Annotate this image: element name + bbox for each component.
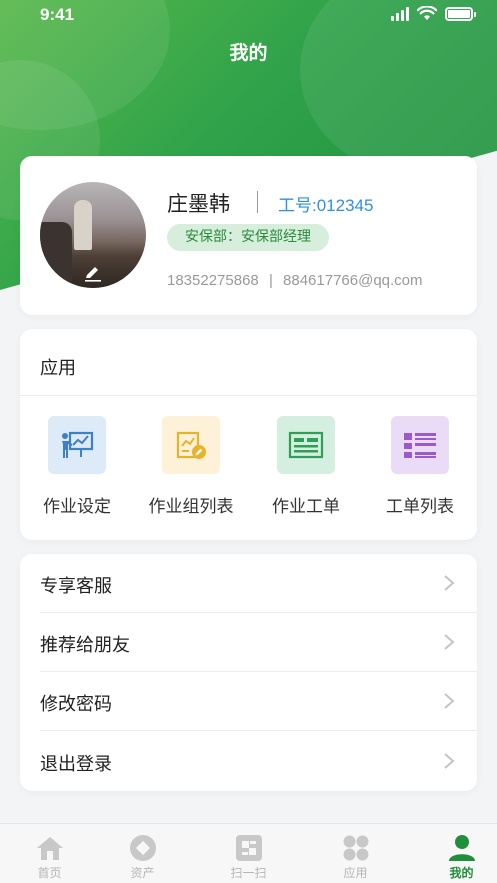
menu-item-label: 修改密码 <box>40 694 112 715</box>
menu-item-recommend-friend[interactable]: 推荐给朋友 <box>20 613 477 672</box>
contact-info: 18352275868 | 884617766@qq.com <box>167 272 423 289</box>
name-divider <box>257 191 258 213</box>
apps-grid-icon <box>341 833 371 863</box>
chevron-right-icon <box>444 753 455 769</box>
app-label: 作业组列表 <box>148 497 234 517</box>
edit-icon[interactable] <box>83 266 103 282</box>
menu-item-logout[interactable]: 退出登录 <box>20 732 477 791</box>
form-sheet-icon <box>277 416 335 474</box>
presentation-board-icon <box>48 416 106 474</box>
tab-apps[interactable]: 应用 <box>306 824 405 883</box>
asset-icon <box>128 833 158 863</box>
menu-item-label: 退出登录 <box>40 754 112 775</box>
home-icon <box>35 833 65 863</box>
employee-number: 工号:012345 <box>278 196 374 215</box>
menu-item-change-password[interactable]: 修改密码 <box>20 672 477 731</box>
department-badge: 安保部：安保部经理 <box>167 224 329 251</box>
app-label: 作业设定 <box>43 497 111 517</box>
app-label: 工单列表 <box>386 497 454 517</box>
app-item-task-settings[interactable]: 作业设定 <box>20 416 134 517</box>
settings-menu-card: 专享客服 推荐给朋友 修改密码 退出登录 <box>20 554 477 791</box>
tab-assets[interactable]: 资产 <box>93 824 192 883</box>
menu-item-label: 推荐给朋友 <box>40 635 130 656</box>
tab-mine[interactable]: 我的 <box>412 824 497 883</box>
tab-label: 资产 <box>130 866 155 880</box>
phone-number: 18352275868 <box>167 272 259 289</box>
status-time: 9:41 <box>40 5 75 24</box>
scan-icon <box>234 833 264 863</box>
profile-card: 庄墨韩 工号:012345 安保部：安保部经理 18352275868 | 88… <box>20 156 477 315</box>
email-address: 884617766@qq.com <box>283 272 423 289</box>
cellular-signal-icon <box>391 6 409 21</box>
menu-item-label: 专享客服 <box>40 576 112 597</box>
chevron-right-icon <box>444 693 455 709</box>
apps-card: 应用 作业设定 作业组列表 作业工单 工单列表 <box>20 329 477 540</box>
app-item-work-order[interactable]: 作业工单 <box>249 416 363 517</box>
user-icon <box>447 833 477 863</box>
chart-edit-icon <box>162 416 220 474</box>
user-name: 庄墨韩 <box>167 192 230 216</box>
wifi-icon <box>417 6 437 20</box>
tab-label: 扫一扫 <box>230 866 267 880</box>
status-bar: 9:41 <box>0 0 497 30</box>
tab-label: 我的 <box>449 866 474 880</box>
app-item-work-order-list[interactable]: 工单列表 <box>363 416 477 517</box>
list-icon <box>391 416 449 474</box>
chevron-right-icon <box>444 575 455 591</box>
app-label: 作业工单 <box>272 497 340 517</box>
contact-separator: | <box>268 272 273 289</box>
app-item-task-group-list[interactable]: 作业组列表 <box>134 416 248 517</box>
apps-section-title: 应用 <box>40 358 76 379</box>
avatar[interactable] <box>40 182 146 288</box>
apps-divider <box>20 395 477 396</box>
tab-label: 首页 <box>37 866 62 880</box>
bottom-tab-bar: 首页 资产 扫一扫 应用 我的 <box>0 823 497 883</box>
menu-item-customer-service[interactable]: 专享客服 <box>20 554 477 613</box>
battery-icon <box>445 6 476 21</box>
tab-label: 应用 <box>343 866 368 880</box>
chevron-right-icon <box>444 634 455 650</box>
tab-scan[interactable]: 扫一扫 <box>199 824 298 883</box>
page-title: 我的 <box>229 42 268 64</box>
tab-home[interactable]: 首页 <box>0 824 99 883</box>
